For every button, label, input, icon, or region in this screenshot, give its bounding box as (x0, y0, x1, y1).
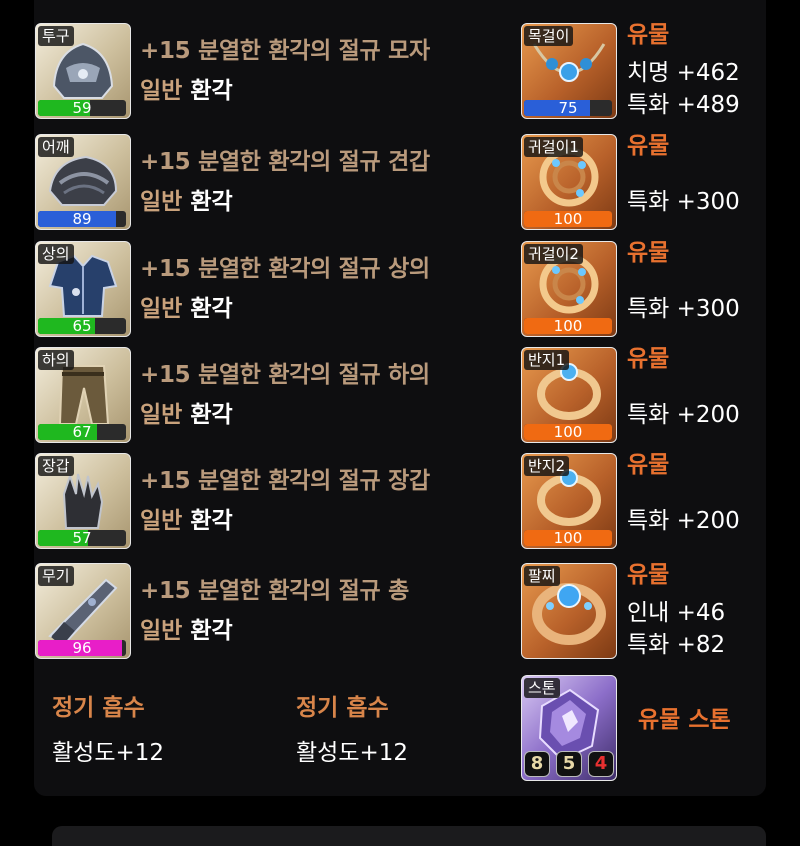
quality-bar: 67 (38, 424, 126, 440)
gear-name: +15 분열한 환각의 절규 총 (140, 578, 409, 604)
ability-stone-slot[interactable]: 스톤 8 5 4 (521, 675, 617, 781)
gear-grade: 일반 환각 (140, 182, 233, 216)
slot-label: 반지2 (524, 456, 570, 476)
slot-label: 목걸이 (524, 26, 574, 46)
gear-name: +15 분열한 환각의 절규 견갑 (140, 149, 430, 175)
grade-type: 환각 (190, 402, 233, 428)
grade-label: 일반 (140, 402, 183, 428)
quality-bar: 59 (38, 100, 126, 116)
quality-bar: 100 (524, 424, 612, 440)
slot-label: 귀걸이2 (524, 244, 583, 264)
gear-grade: 일반 환각 (140, 71, 233, 105)
quality-value: 100 (553, 318, 583, 334)
gear-grade: 일반 환각 (140, 289, 233, 323)
gear-name: +15 분열한 환각의 절규 모자 (140, 38, 430, 64)
accessory-stat: 특화 +200 (627, 402, 740, 428)
accessory-stat: 인내 +46 (627, 600, 726, 626)
gear-grade: 일반 환각 (140, 395, 233, 429)
grade-label: 일반 (140, 189, 183, 215)
accessory-grade: 유물 (627, 346, 670, 372)
slot-label: 상의 (38, 244, 74, 264)
gear-grade: 일반 환각 (140, 611, 233, 645)
quality-bar: 100 (524, 318, 612, 334)
accessory-slot-4[interactable]: 반지2 100 (521, 453, 617, 549)
quality-bar: 65 (38, 318, 126, 334)
gear-grade: 일반 환각 (140, 501, 233, 535)
accessory-stat: 특화 +300 (627, 189, 740, 215)
gear-slot-2[interactable]: 상의 65 (35, 241, 131, 337)
slot-label: 무기 (38, 566, 74, 586)
grade-label: 일반 (140, 78, 183, 104)
accessory-slot-2[interactable]: 귀걸이2 100 (521, 241, 617, 337)
slot-label: 반지1 (524, 350, 570, 370)
quality-value: 96 (72, 640, 92, 656)
accessory-grade: 유물 (627, 452, 670, 478)
slot-label: 팔찌 (524, 566, 560, 586)
quality-value: 100 (553, 211, 583, 227)
stone-value-2: 5 (556, 751, 582, 777)
grade-type: 환각 (190, 618, 233, 644)
stone-value-3: 4 (588, 751, 614, 777)
accessory-slot-0[interactable]: 목걸이 75 (521, 23, 617, 119)
accessory-slot-3[interactable]: 반지1 100 (521, 347, 617, 443)
accessory-stat: 치명 +462 (627, 60, 740, 86)
gear-slot-0[interactable]: 투구 59 (35, 23, 131, 119)
quality-value: 100 (553, 424, 583, 440)
quality-value: 57 (72, 530, 92, 546)
absorb-title-1: 정기 흡수 (52, 695, 145, 721)
accessory-stat: 특화 +489 (627, 92, 740, 118)
quality-bar: 100 (524, 211, 612, 227)
quality-bar: 100 (524, 530, 612, 546)
stone-value-1: 8 (524, 751, 550, 777)
accessory-grade: 유물 (627, 22, 670, 48)
slot-label-stone: 스톤 (524, 678, 560, 698)
quality-value: 89 (72, 211, 92, 227)
absorb-value-1: 활성도+12 (52, 740, 165, 766)
grade-label: 일반 (140, 618, 183, 644)
quality-value: 59 (72, 100, 92, 116)
slot-label: 투구 (38, 26, 74, 46)
gear-slot-3[interactable]: 하의 67 (35, 347, 131, 443)
quality-value: 100 (553, 530, 583, 546)
quality-bar: 89 (38, 211, 126, 227)
accessory-grade: 유물 (627, 562, 670, 588)
quality-value: 67 (72, 424, 92, 440)
accessory-grade: 유물 (627, 240, 670, 266)
next-panel-edge (52, 826, 766, 846)
accessory-stat: 특화 +82 (627, 632, 726, 658)
accessory-grade: 유물 (627, 133, 670, 159)
gear-name: +15 분열한 환각의 절규 상의 (140, 256, 430, 282)
gear-name: +15 분열한 환각의 절규 하의 (140, 362, 430, 388)
quality-bar: 57 (38, 530, 126, 546)
grade-type: 환각 (190, 296, 233, 322)
absorb-title-2: 정기 흡수 (296, 695, 389, 721)
quality-value: 65 (72, 318, 92, 334)
accessory-slot-1[interactable]: 귀걸이1 100 (521, 134, 617, 230)
absorb-value-2: 활성도+12 (296, 740, 409, 766)
quality-bar: 96 (38, 640, 126, 656)
slot-label: 장갑 (38, 456, 74, 476)
gear-slot-1[interactable]: 어깨 89 (35, 134, 131, 230)
stone-title: 유물 스톤 (638, 707, 731, 733)
gear-slot-4[interactable]: 장갑 57 (35, 453, 131, 549)
gear-name: +15 분열한 환각의 절규 장갑 (140, 468, 430, 494)
grade-label: 일반 (140, 508, 183, 534)
slot-label: 하의 (38, 350, 74, 370)
quality-bar: 75 (524, 100, 612, 116)
gear-slot-5[interactable]: 무기 96 (35, 563, 131, 659)
accessory-stat: 특화 +300 (627, 296, 740, 322)
slot-label: 어깨 (38, 137, 74, 157)
grade-type: 환각 (190, 189, 233, 215)
grade-type: 환각 (190, 508, 233, 534)
grade-label: 일반 (140, 296, 183, 322)
accessory-slot-5[interactable]: 팔찌 (521, 563, 617, 659)
grade-type: 환각 (190, 78, 233, 104)
accessory-stat: 특화 +200 (627, 508, 740, 534)
slot-label: 귀걸이1 (524, 137, 583, 157)
quality-value: 75 (558, 100, 578, 116)
